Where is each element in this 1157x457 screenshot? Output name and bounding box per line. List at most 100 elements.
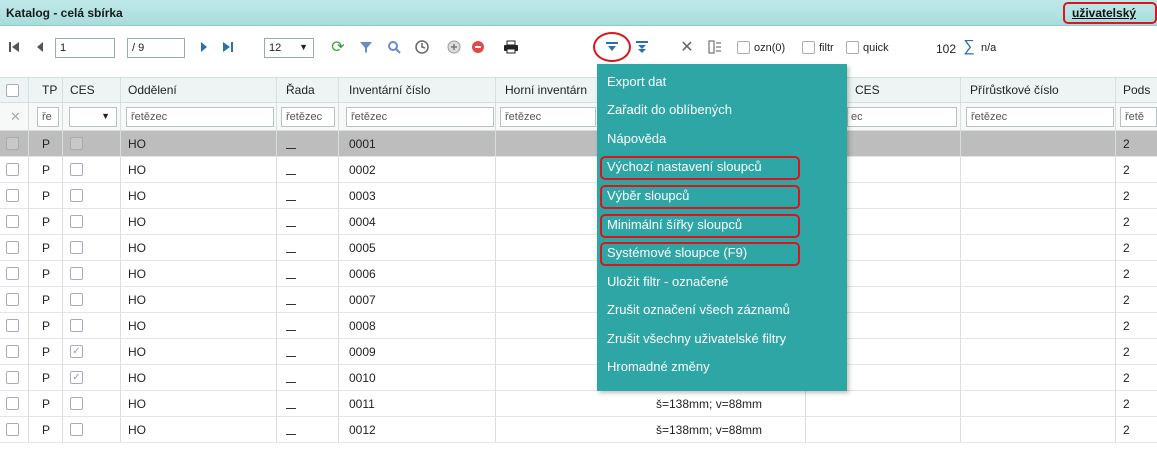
page-total: / 9 bbox=[127, 38, 185, 58]
filtr-checkbox[interactable] bbox=[802, 41, 815, 54]
table-row[interactable]: P HO 0004 2 bbox=[0, 209, 1157, 235]
filter-ces-2[interactable]: ec bbox=[847, 107, 957, 127]
row-checkbox[interactable] bbox=[6, 423, 19, 436]
ces-checkbox[interactable] bbox=[70, 423, 83, 436]
menu-item[interactable]: Nápověda bbox=[597, 126, 847, 152]
table-row[interactable]: P HO 0012 š=138mm; v=88mm 2 bbox=[0, 417, 1157, 443]
row-checkbox[interactable] bbox=[6, 189, 19, 202]
filter-prirustkove-cislo[interactable]: řetězec bbox=[966, 107, 1114, 127]
ces-checkbox[interactable] bbox=[70, 215, 83, 228]
header-horni-inventarni[interactable]: Horní inventárn bbox=[499, 78, 599, 102]
filter-horni-inventarni[interactable]: řetězec bbox=[500, 107, 596, 127]
row-checkbox[interactable] bbox=[6, 319, 19, 332]
search-icon[interactable] bbox=[384, 36, 404, 58]
menu-item[interactable]: Zařadit do oblíbených bbox=[597, 97, 847, 123]
tools-icon[interactable]: ✕ bbox=[676, 36, 698, 58]
page-size-select[interactable]: 12 ▼ bbox=[264, 38, 314, 58]
ces-checkbox[interactable] bbox=[70, 189, 83, 202]
menu-item[interactable]: Zrušit všechny uživatelské filtry bbox=[597, 326, 847, 352]
table-row[interactable]: P ✓ HO 0010 2 bbox=[0, 365, 1157, 391]
table-row[interactable]: P HO 0003 2 bbox=[0, 183, 1157, 209]
header-tp[interactable]: TP bbox=[36, 78, 64, 102]
table-row[interactable]: P HO 0011 š=138mm; v=88mm 2 bbox=[0, 391, 1157, 417]
header-prirustkove-cislo[interactable]: Přírůstkové číslo bbox=[964, 78, 1114, 102]
table-row[interactable]: P HO 0002 2 bbox=[0, 157, 1157, 183]
menu-item[interactable]: Uložit filtr - označené bbox=[597, 269, 847, 295]
column-separator bbox=[28, 391, 29, 416]
sum-icon[interactable]: ∑ bbox=[960, 36, 978, 58]
ces-checkbox[interactable] bbox=[70, 293, 83, 306]
ces-checkbox[interactable] bbox=[70, 397, 83, 410]
menu-item[interactable]: Hromadné změny bbox=[597, 354, 847, 380]
table-row[interactable]: P HO 0006 2 bbox=[0, 261, 1157, 287]
filter-rada[interactable]: řetězec bbox=[281, 107, 335, 127]
row-checkbox[interactable] bbox=[6, 163, 19, 176]
cell-pods: 2 bbox=[1123, 422, 1130, 437]
select-all-checkbox[interactable] bbox=[6, 83, 19, 97]
last-page-icon[interactable] bbox=[218, 36, 238, 58]
ces-checkbox[interactable] bbox=[70, 163, 83, 176]
page-separator: / bbox=[132, 42, 136, 54]
print-icon[interactable] bbox=[500, 36, 522, 58]
header-ces-2[interactable]: CES bbox=[849, 78, 949, 102]
row-checkbox[interactable] bbox=[6, 215, 19, 228]
menu-item[interactable]: Zrušit označení všech záznamů bbox=[597, 297, 847, 323]
cell-pods: 2 bbox=[1123, 396, 1130, 411]
row-checkbox[interactable] bbox=[6, 397, 19, 410]
ces-checkbox[interactable]: ✓ bbox=[70, 345, 83, 358]
quick-checkbox[interactable] bbox=[846, 41, 859, 54]
table-row[interactable]: P HO 0008 2 bbox=[0, 313, 1157, 339]
cell-inventarni-cislo: 0010 bbox=[349, 370, 376, 385]
ces-checkbox[interactable]: ✓ bbox=[70, 371, 83, 384]
column-separator bbox=[338, 313, 339, 338]
cell-inventarni-cislo: 0008 bbox=[349, 318, 376, 333]
refresh-icon[interactable]: ⟳ bbox=[328, 36, 348, 58]
table-row[interactable]: P HO 0007 2 bbox=[0, 287, 1157, 313]
sort-icon[interactable] bbox=[631, 36, 653, 58]
table-row[interactable]: P ✓ HO 0009 2 bbox=[0, 339, 1157, 365]
row-checkbox[interactable] bbox=[6, 293, 19, 306]
row-checkbox[interactable] bbox=[6, 371, 19, 384]
prev-page-icon[interactable] bbox=[30, 36, 50, 58]
cell-tp: P bbox=[42, 136, 51, 151]
ces-checkbox[interactable] bbox=[70, 319, 83, 332]
funnel-icon[interactable] bbox=[356, 36, 376, 58]
page-input[interactable]: 1 bbox=[55, 38, 115, 58]
table-row[interactable]: P HO 0001 2 bbox=[0, 131, 1157, 157]
first-page-icon[interactable] bbox=[4, 36, 24, 58]
ces-checkbox[interactable] bbox=[70, 137, 83, 150]
add-icon[interactable] bbox=[444, 36, 464, 58]
row-checkbox[interactable] bbox=[6, 345, 19, 358]
menu-item[interactable]: Export dat bbox=[597, 69, 847, 95]
row-checkbox[interactable] bbox=[6, 241, 19, 254]
header-inventarni-cislo[interactable]: Inventární číslo bbox=[343, 78, 493, 102]
clear-filter-icon[interactable]: ✕ bbox=[4, 103, 24, 130]
cell-pods: 2 bbox=[1123, 370, 1130, 385]
next-page-icon[interactable] bbox=[194, 36, 214, 58]
filter-ces[interactable]: ▼ bbox=[69, 107, 117, 127]
rada-placeholder bbox=[286, 382, 296, 383]
row-select-cell bbox=[0, 287, 28, 312]
column-separator bbox=[1115, 391, 1116, 416]
filter-oddeleni[interactable]: řetězec bbox=[126, 107, 274, 127]
ces-checkbox[interactable] bbox=[70, 241, 83, 254]
filter-pods[interactable]: řetě bbox=[1120, 107, 1157, 127]
row-checkbox[interactable] bbox=[6, 267, 19, 280]
column-separator bbox=[495, 313, 496, 338]
row-checkbox[interactable] bbox=[6, 137, 19, 150]
remove-icon[interactable] bbox=[468, 36, 488, 58]
filter-tp[interactable]: ře bbox=[37, 107, 59, 127]
filter-inventarni-cislo[interactable]: řetězec bbox=[346, 107, 494, 127]
user-link[interactable]: uživatelský bbox=[1072, 6, 1136, 20]
ces-checkbox[interactable] bbox=[70, 267, 83, 280]
columns-icon[interactable] bbox=[704, 36, 726, 58]
header-pods[interactable]: Pods bbox=[1117, 78, 1157, 102]
clock-icon[interactable] bbox=[412, 36, 432, 58]
header-ces[interactable]: CES bbox=[64, 78, 120, 102]
ozn-checkbox[interactable] bbox=[737, 41, 750, 54]
table-row[interactable]: P HO 0005 2 bbox=[0, 235, 1157, 261]
dropdown-menu-icon[interactable] bbox=[601, 36, 623, 58]
header-rada[interactable]: Řada bbox=[280, 78, 336, 102]
column-separator bbox=[120, 339, 121, 364]
header-oddeleni[interactable]: Oddělení bbox=[122, 78, 272, 102]
